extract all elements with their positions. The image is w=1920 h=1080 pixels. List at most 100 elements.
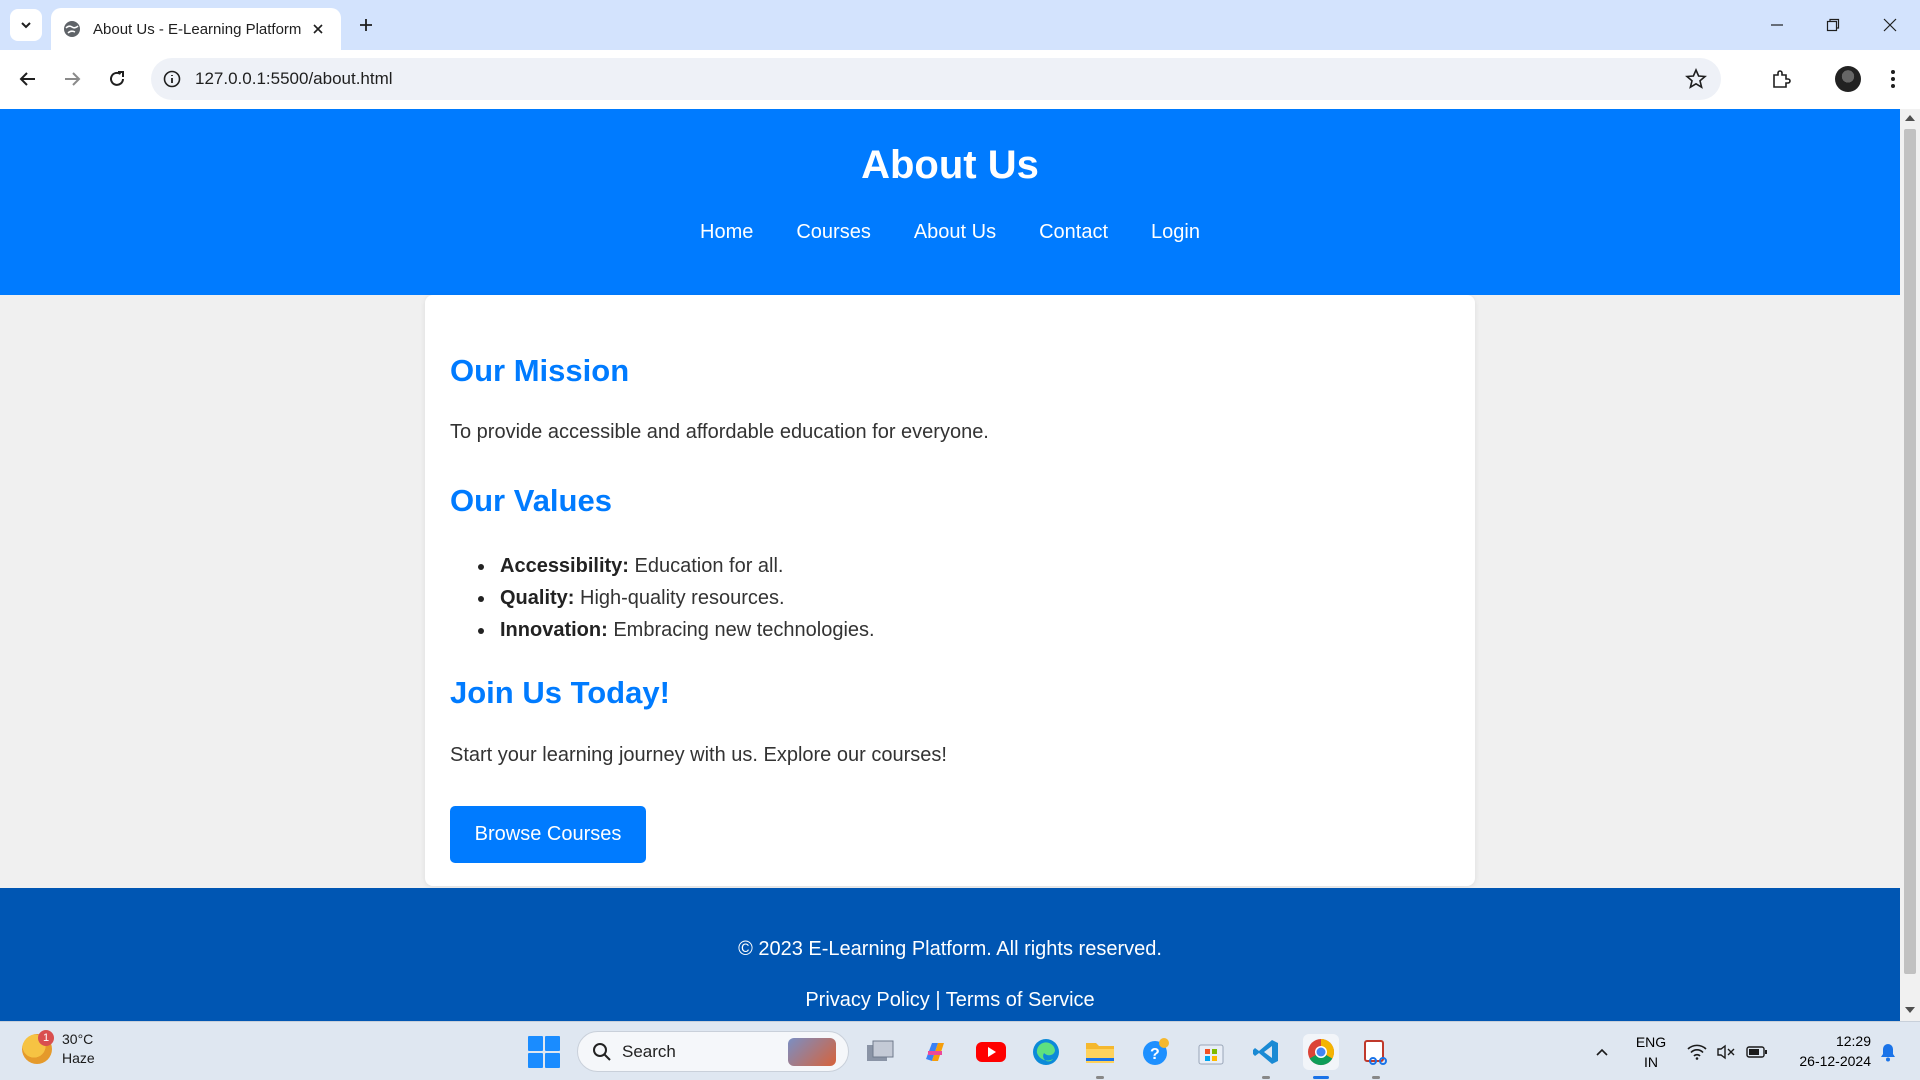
vscode-icon[interactable]: [1248, 1034, 1284, 1079]
nav-link-about[interactable]: About Us: [914, 221, 996, 244]
site-footer: © 2023 E-Learning Platform. All rights r…: [0, 888, 1900, 1021]
footer-links: Privacy Policy | Terms of Service: [0, 989, 1900, 1012]
plus-icon: [360, 19, 372, 31]
values-list: Accessibility: Education for all. Qualit…: [475, 550, 875, 646]
puzzle-icon: [1773, 70, 1791, 88]
running-indicator: [1313, 1076, 1329, 1079]
search-icon: [593, 1042, 611, 1061]
windows-logo-icon: [545, 1036, 560, 1051]
globe-icon: [64, 21, 80, 37]
value-term: Accessibility:: [500, 555, 629, 577]
edge-browser-icon[interactable]: [1028, 1034, 1064, 1070]
svg-text:?: ?: [1150, 1046, 1160, 1063]
snipping-tool-icon[interactable]: [1358, 1034, 1394, 1079]
list-item: Quality: High-quality resources.: [475, 582, 875, 614]
join-heading: Join Us Today!: [450, 675, 670, 710]
scroll-thumb[interactable]: [1904, 129, 1916, 974]
file-explorer-icon[interactable]: [1082, 1034, 1118, 1079]
lang-region: IN: [1644, 1054, 1658, 1070]
arrow-right-icon: [65, 72, 81, 86]
restore-button[interactable]: [1818, 10, 1848, 40]
copilot-icon[interactable]: [917, 1034, 953, 1070]
close-window-button[interactable]: [1875, 10, 1905, 40]
tab-title: About Us - E-Learning Platform: [93, 20, 302, 38]
url-text: 127.0.0.1:5500/about.html: [195, 69, 393, 88]
task-view-icon[interactable]: [862, 1034, 898, 1070]
nav-link-login[interactable]: Login: [1151, 221, 1200, 244]
weather-text: 30°C Haze: [62, 1030, 95, 1068]
lang-code: ENG: [1635, 1034, 1667, 1050]
list-item: Accessibility: Education for all.: [475, 550, 875, 582]
bookmark-star-icon[interactable]: [1685, 68, 1707, 90]
notification-bell-icon[interactable]: [1870, 1034, 1906, 1070]
new-tab-button[interactable]: [352, 11, 380, 39]
restore-icon: [1826, 18, 1840, 32]
value-text: High-quality resources.: [574, 587, 785, 609]
clock[interactable]: 12:29 26-12-2024: [1781, 1031, 1871, 1071]
show-hidden-icons-chevron-up-icon[interactable]: [1584, 1034, 1620, 1070]
battery-icon[interactable]: [1739, 1034, 1775, 1070]
privacy-policy-link[interactable]: Privacy Policy: [805, 989, 929, 1011]
nav-link-courses[interactable]: Courses: [796, 221, 870, 244]
avatar: [1835, 66, 1861, 92]
tab-close-button[interactable]: [307, 18, 329, 40]
windows-logo-icon: [528, 1053, 543, 1068]
browse-courses-button[interactable]: Browse Courses: [450, 806, 646, 863]
reload-icon: [110, 71, 124, 86]
scroll-down-arrow-icon[interactable]: [1905, 1007, 1915, 1013]
forward-button[interactable]: [56, 63, 88, 95]
site-info-icon[interactable]: [161, 68, 183, 90]
value-text: Education for all.: [628, 555, 784, 577]
address-bar[interactable]: 127.0.0.1:5500/about.html: [151, 58, 1721, 100]
search-label: Search: [622, 1041, 676, 1061]
chrome-icon[interactable]: [1303, 1034, 1339, 1079]
tab-search-button[interactable]: [10, 9, 42, 41]
profile-button[interactable]: [1832, 63, 1864, 95]
mission-text: To provide accessible and affordable edu…: [450, 421, 989, 443]
terms-of-service-link[interactable]: Terms of Service: [946, 989, 1095, 1011]
search-highlight-image: [788, 1038, 836, 1066]
arrow-left-icon: [19, 72, 35, 86]
language-indicator[interactable]: ENG IN: [1634, 1032, 1668, 1072]
youtube-icon[interactable]: [973, 1034, 1009, 1070]
browser-tab-active[interactable]: About Us - E-Learning Platform: [51, 8, 341, 50]
microsoft-store-icon[interactable]: [1193, 1034, 1229, 1070]
close-icon: [313, 24, 323, 34]
browser-menu-button[interactable]: [1877, 63, 1909, 95]
page-viewport: About Us Home Courses About Us Contact L…: [0, 109, 1900, 1021]
page-scrollbar[interactable]: [1900, 109, 1920, 1021]
back-button[interactable]: [12, 63, 44, 95]
minimize-icon: [1771, 24, 1783, 26]
browser-toolbar: 127.0.0.1:5500/about.html: [0, 50, 1920, 109]
weather-desc: Haze: [62, 1050, 95, 1066]
mission-heading: Our Mission: [450, 353, 630, 388]
values-heading: Our Values: [450, 483, 612, 518]
value-term: Innovation:: [500, 619, 608, 641]
more-vertical-icon: [1891, 70, 1895, 88]
minimize-button[interactable]: [1762, 10, 1792, 40]
windows-logo-icon: [545, 1053, 560, 1068]
start-button[interactable]: [528, 1036, 560, 1068]
copyright-text: © 2023 E-Learning Platform. All rights r…: [738, 938, 1162, 960]
list-item: Innovation: Embracing new technologies.: [475, 614, 875, 646]
content-card: Our Mission To provide accessible and af…: [425, 295, 1475, 886]
footer-separator: |: [929, 989, 946, 1011]
browser-tab-strip: About Us - E-Learning Platform: [0, 0, 1920, 50]
taskbar: 1 30°C Haze Search ? ENG IN 12:29 26-12-…: [0, 1021, 1920, 1080]
weather-temp: 30°C: [62, 1031, 94, 1047]
running-indicator: [1262, 1076, 1270, 1079]
windows-logo-icon: [528, 1036, 543, 1051]
value-term: Quality:: [500, 587, 575, 609]
nav-link-home[interactable]: Home: [700, 221, 753, 244]
taskbar-search[interactable]: Search: [577, 1031, 849, 1072]
reload-button[interactable]: [101, 63, 133, 95]
scroll-up-arrow-icon[interactable]: [1905, 115, 1915, 121]
running-indicator: [1096, 1076, 1104, 1079]
nav-link-contact[interactable]: Contact: [1039, 221, 1108, 244]
close-icon: [1883, 18, 1897, 32]
extensions-button[interactable]: [1765, 63, 1797, 95]
help-app-icon[interactable]: ?: [1138, 1034, 1174, 1070]
value-text: Embracing new technologies.: [607, 619, 875, 641]
weather-widget[interactable]: 1 30°C Haze: [22, 1030, 95, 1068]
date: 26-12-2024: [1799, 1053, 1871, 1069]
